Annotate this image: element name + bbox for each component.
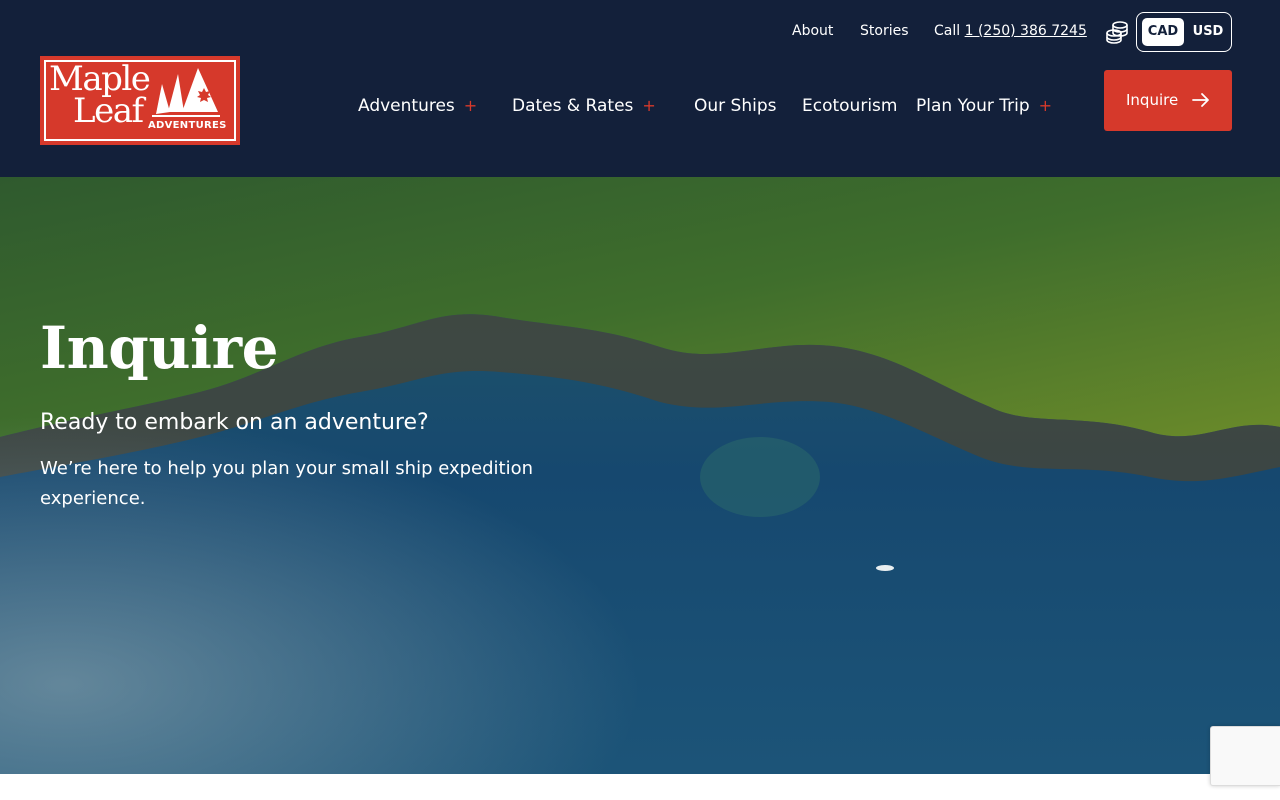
nav-label: Ecotourism — [802, 96, 898, 116]
nav-item-our-ships[interactable]: Our Ships — [694, 93, 777, 119]
nav-label: Dates & Rates — [512, 96, 634, 116]
inquire-button[interactable]: Inquire — [1104, 70, 1232, 131]
nav-item-dates-rates[interactable]: Dates & Rates + — [512, 93, 656, 119]
site-logo[interactable]: Maple Leaf ADVENTURES — [40, 56, 240, 145]
currency-toggle: CAD USD — [1136, 12, 1232, 52]
inquire-button-label: Inquire — [1126, 91, 1179, 109]
call-info: Call 1 (250) 386 7245 — [934, 20, 1087, 42]
nav-label: Adventures — [358, 96, 455, 116]
page-title: Inquire — [40, 314, 279, 382]
plus-icon: + — [1038, 96, 1053, 115]
nav-item-plan-your-trip[interactable]: Plan Your Trip + — [916, 93, 1052, 119]
stories-link[interactable]: Stories — [860, 20, 909, 42]
sailing-ship-icon — [152, 68, 220, 117]
hero-subtitle: Ready to embark on an adventure? — [40, 410, 429, 435]
hero-section: Inquire Ready to embark on an adventure?… — [0, 177, 1280, 774]
call-prefix: Call — [934, 23, 961, 39]
coins-icon — [1106, 21, 1128, 44]
currency-option-cad[interactable]: CAD — [1142, 18, 1184, 46]
arrow-right-icon — [1192, 93, 1209, 107]
nav-label: Plan Your Trip — [916, 96, 1030, 116]
nav-item-ecotourism[interactable]: Ecotourism — [802, 93, 897, 119]
logo-text-line2: Leaf — [73, 91, 144, 131]
hero-description: We’re here to help you plan your small s… — [40, 458, 534, 509]
plus-icon: + — [463, 96, 478, 115]
about-link[interactable]: About — [792, 20, 833, 42]
nav-item-adventures[interactable]: Adventures + — [358, 93, 477, 119]
phone-link[interactable]: 1 (250) 386 7245 — [965, 23, 1087, 39]
plus-icon: + — [642, 96, 656, 115]
currency-option-usd[interactable]: USD — [1189, 18, 1227, 46]
recaptcha-badge[interactable] — [1210, 726, 1280, 786]
nav-label: Our Ships — [694, 96, 777, 116]
site-header: Maple Leaf ADVENTURES About Stories Call… — [0, 0, 1280, 177]
logo-tagline: ADVENTURES — [148, 120, 227, 131]
